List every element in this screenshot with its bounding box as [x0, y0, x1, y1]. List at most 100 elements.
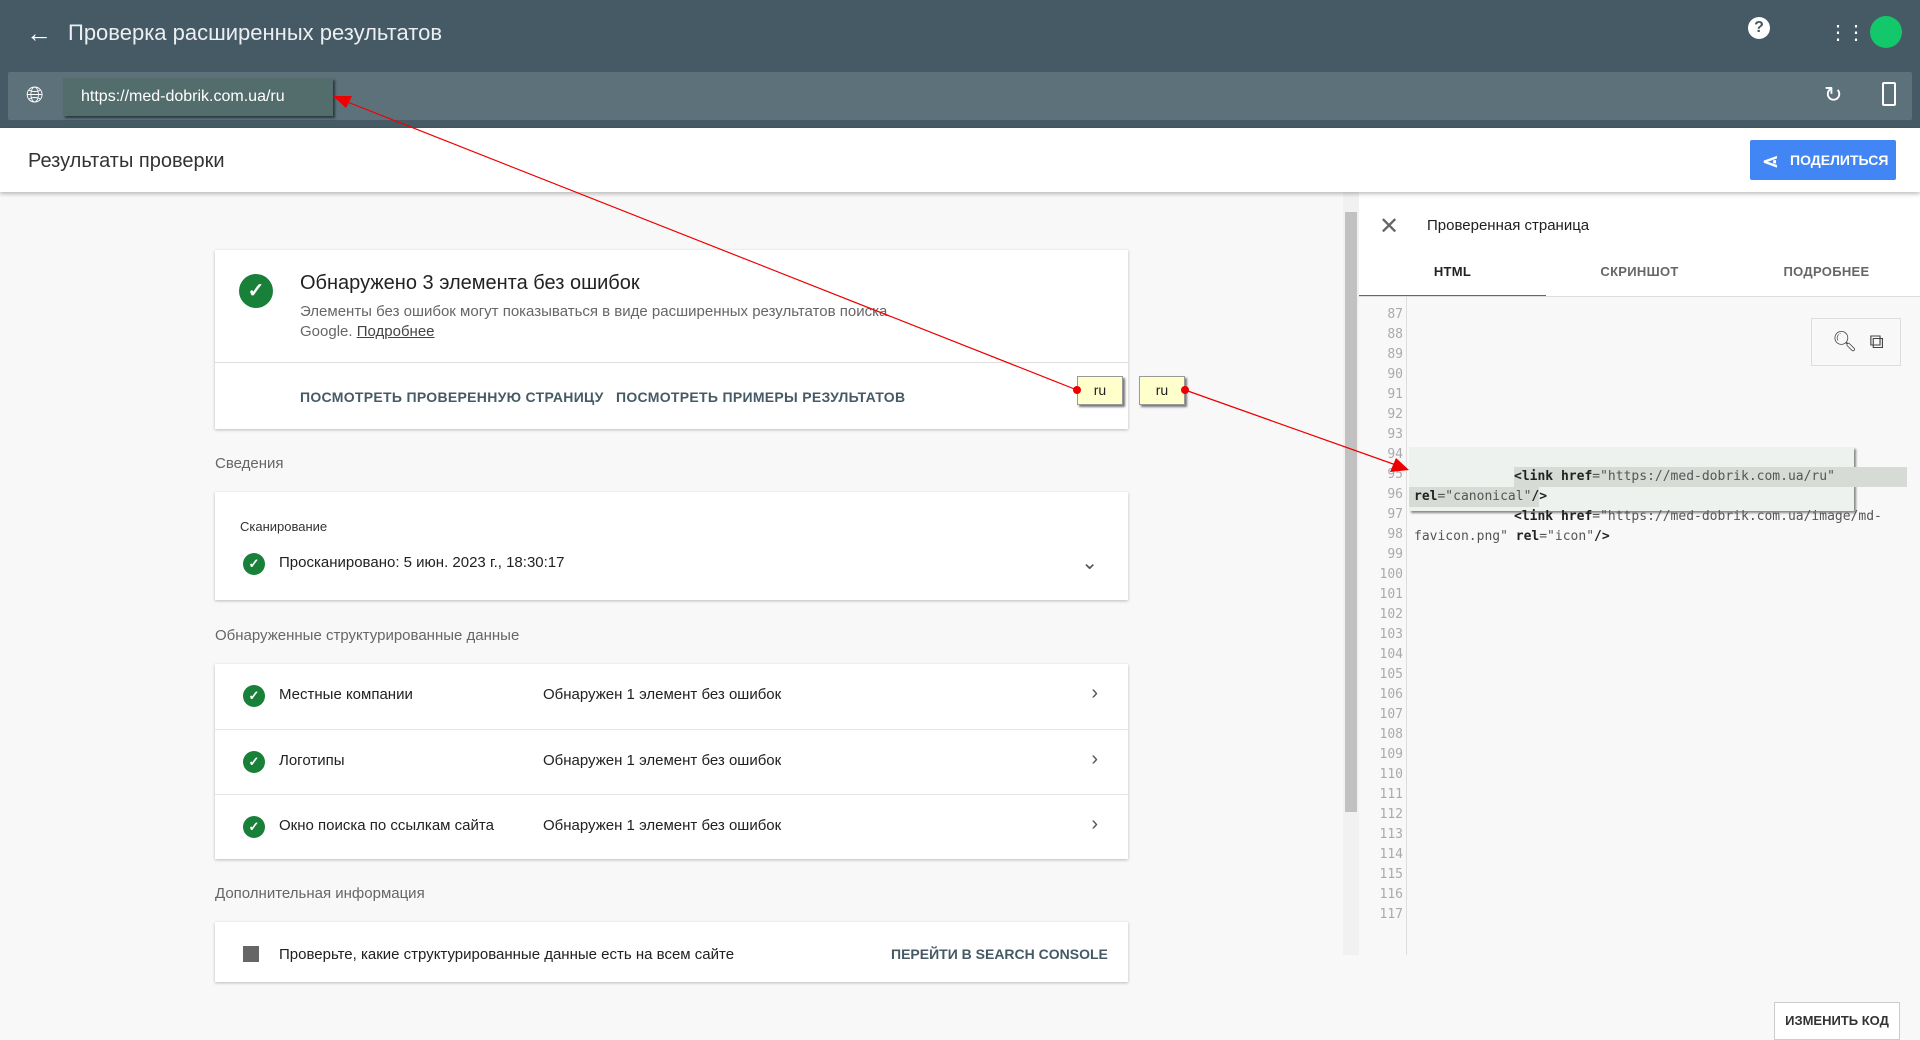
line-number: 107 — [1379, 707, 1403, 722]
scan-card[interactable]: Сканирование ✓ Просканировано: 5 июн. 20… — [215, 492, 1128, 600]
summary-title: Обнаружено 3 элемента без ошибок — [300, 272, 640, 294]
line-number: 97 — [1387, 507, 1403, 522]
code-line-96: <link href="https://med-dobrik.com.ua/im… — [1514, 509, 1882, 524]
edit-code-button[interactable]: ИЗМЕНИТЬ КОД — [1774, 1002, 1900, 1040]
item-status: Обнаружен 1 элемент без ошибок — [543, 752, 782, 769]
line-number: 99 — [1387, 547, 1403, 562]
tab-more[interactable]: ПОДРОБНЕЕ — [1733, 264, 1920, 279]
line-number: 117 — [1379, 907, 1403, 922]
check-circle-icon: ✓ — [239, 274, 273, 308]
item-name: Окно поиска по ссылкам сайта — [279, 817, 494, 834]
check-circle-icon: ✓ — [243, 685, 265, 707]
line-number: 90 — [1387, 367, 1403, 382]
line-number: 103 — [1379, 627, 1403, 642]
line-number: 104 — [1379, 647, 1403, 662]
item-status: Обнаружен 1 элемент без ошибок — [543, 686, 782, 703]
scan-value: Просканировано: 5 июн. 2023 г., 18:30:17 — [279, 554, 565, 571]
search-icon[interactable]: 🔍︎ — [1832, 329, 1857, 353]
code-line-95: <link href="https://med-dobrik.com.ua/ru… — [1514, 469, 1835, 484]
line-number: 96 — [1387, 487, 1403, 502]
item-name: Логотипы — [279, 752, 345, 769]
line-number: 106 — [1379, 687, 1403, 702]
line-number: 101 — [1379, 587, 1403, 602]
line-number: 111 — [1379, 787, 1403, 802]
details-heading: Сведения — [215, 455, 284, 472]
share-icon: ⋖ — [1762, 151, 1779, 173]
check-circle-icon: ✓ — [243, 816, 265, 838]
view-result-examples-button[interactable]: ПОСМОТРЕТЬ ПРИМЕРЫ РЕЗУЛЬТАТОВ — [616, 389, 905, 405]
panel-title: Проверенная страница — [1427, 217, 1590, 234]
line-number: 110 — [1379, 767, 1403, 782]
line-number: 87 — [1387, 307, 1403, 322]
item-status: Обнаружен 1 элемент без ошибок — [543, 817, 782, 834]
line-number: 116 — [1379, 887, 1403, 902]
summary-description: Элементы без ошибок могут показываться в… — [300, 302, 900, 342]
line-number: 105 — [1379, 667, 1403, 682]
url-bar: 🌐︎ https://med-dobrik.com.ua/ru ↻ — [8, 72, 1912, 120]
annotation-note: ru — [1139, 376, 1185, 405]
url-input[interactable]: https://med-dobrik.com.ua/ru — [63, 78, 333, 116]
reload-icon[interactable]: ↻ — [1824, 82, 1842, 108]
chart-icon — [243, 946, 259, 962]
check-circle-icon: ✓ — [243, 751, 265, 773]
page-title: Результаты проверки — [28, 150, 225, 172]
summary-actions: ПОСМОТРЕТЬ ПРОВЕРЕННУЮ СТРАНИЦУ ПОСМОТРЕ… — [215, 362, 1128, 429]
back-arrow-icon[interactable]: ← — [26, 18, 52, 49]
line-number: 115 — [1379, 867, 1403, 882]
check-circle-icon: ✓ — [243, 553, 265, 575]
tested-page-panel: ✕ Проверенная страница HTML СКРИНШОТ ПОД… — [1359, 192, 1920, 1040]
tab-screenshot[interactable]: СКРИНШОТ — [1546, 264, 1733, 279]
globe-icon: 🌐︎ — [26, 82, 44, 107]
line-number: 100 — [1379, 567, 1403, 582]
code-view[interactable]: 87 88 89 90 91 92 93 94 95 96 97 98 99 100 101 102 103 10… — [1359, 297, 1920, 1040]
line-number: 93 — [1387, 427, 1403, 442]
scrollbar-thumb[interactable] — [1345, 212, 1357, 812]
app-header: ← Проверка расширенных результатов ? ⋮⋮⋮… — [0, 0, 1920, 128]
chevron-right-icon: › — [1091, 813, 1098, 835]
close-icon[interactable]: ✕ — [1379, 212, 1399, 241]
line-number: 113 — [1379, 827, 1403, 842]
line-number: 102 — [1379, 607, 1403, 622]
list-item[interactable]: ✓ Окно поиска по ссылкам сайта Обнаружен 1… — [215, 794, 1128, 859]
chevron-down-icon[interactable]: ⌄ — [1081, 550, 1098, 575]
line-number: 109 — [1379, 747, 1403, 762]
list-item[interactable]: ✓ Логотипы Обнаружен 1 элемент без ошибок › — [215, 729, 1128, 794]
line-number: 94 — [1387, 447, 1403, 462]
code-line-95-wrap: rel="canonical"/> — [1414, 489, 1548, 504]
mobile-device-icon[interactable] — [1882, 82, 1896, 106]
code-line-96-wrap: favicon.png" rel="icon"/> — [1414, 529, 1610, 544]
line-number: 112 — [1379, 807, 1403, 822]
code-tools: 🔍︎ ⧉ — [1811, 318, 1901, 366]
copy-icon[interactable]: ⧉ — [1869, 329, 1883, 353]
tab-html[interactable]: HTML — [1359, 264, 1546, 279]
structured-data-card: ✓ Местные компании Обнаружен 1 элемент без… — [215, 664, 1128, 859]
item-name: Местные компании — [279, 686, 413, 703]
extra-card: Проверьте, какие структурированные данны… — [215, 922, 1128, 982]
line-number: 91 — [1387, 387, 1403, 402]
summary-card: ✓ Обнаружено 3 элемента без ошибок Элеме… — [215, 250, 1128, 429]
chevron-right-icon: › — [1091, 748, 1098, 770]
line-number: 92 — [1387, 407, 1403, 422]
line-number: 88 — [1387, 327, 1403, 342]
line-number: 98 — [1387, 527, 1403, 542]
extra-heading: Дополнительная информация — [215, 885, 425, 902]
share-label: ПОДЕЛИТЬСЯ — [1790, 152, 1889, 168]
view-tested-page-button[interactable]: ПОСМОТРЕТЬ ПРОВЕРЕННУЮ СТРАНИЦУ — [300, 389, 604, 405]
line-number: 114 — [1379, 847, 1403, 862]
help-icon[interactable]: ? — [1748, 17, 1770, 39]
line-number: 89 — [1387, 347, 1403, 362]
line-number: 108 — [1379, 727, 1403, 742]
search-console-link[interactable]: ПЕРЕЙТИ В SEARCH CONSOLE — [891, 946, 1108, 962]
scrollbar[interactable] — [1343, 192, 1359, 955]
avatar[interactable] — [1870, 16, 1902, 48]
list-item[interactable]: ✓ Местные компании Обнаружен 1 элемент без… — [215, 664, 1128, 729]
line-number: 95 — [1387, 467, 1403, 482]
structured-heading: Обнаруженные структурированные данные — [215, 627, 520, 644]
more-link[interactable]: Подробнее — [357, 323, 435, 340]
share-button[interactable]: ⋖ ПОДЕЛИТЬСЯ — [1750, 140, 1896, 180]
line-gutter: 87 88 89 90 91 92 93 94 95 96 97 98 99 100 101 102 103 10… — [1359, 297, 1407, 955]
results-bar: Результаты проверки ⋖ ПОДЕЛИТЬСЯ — [0, 128, 1920, 192]
chevron-right-icon: › — [1091, 682, 1098, 704]
annotation-note: ru — [1077, 376, 1123, 405]
app-title: Проверка расширенных результатов — [68, 20, 443, 45]
